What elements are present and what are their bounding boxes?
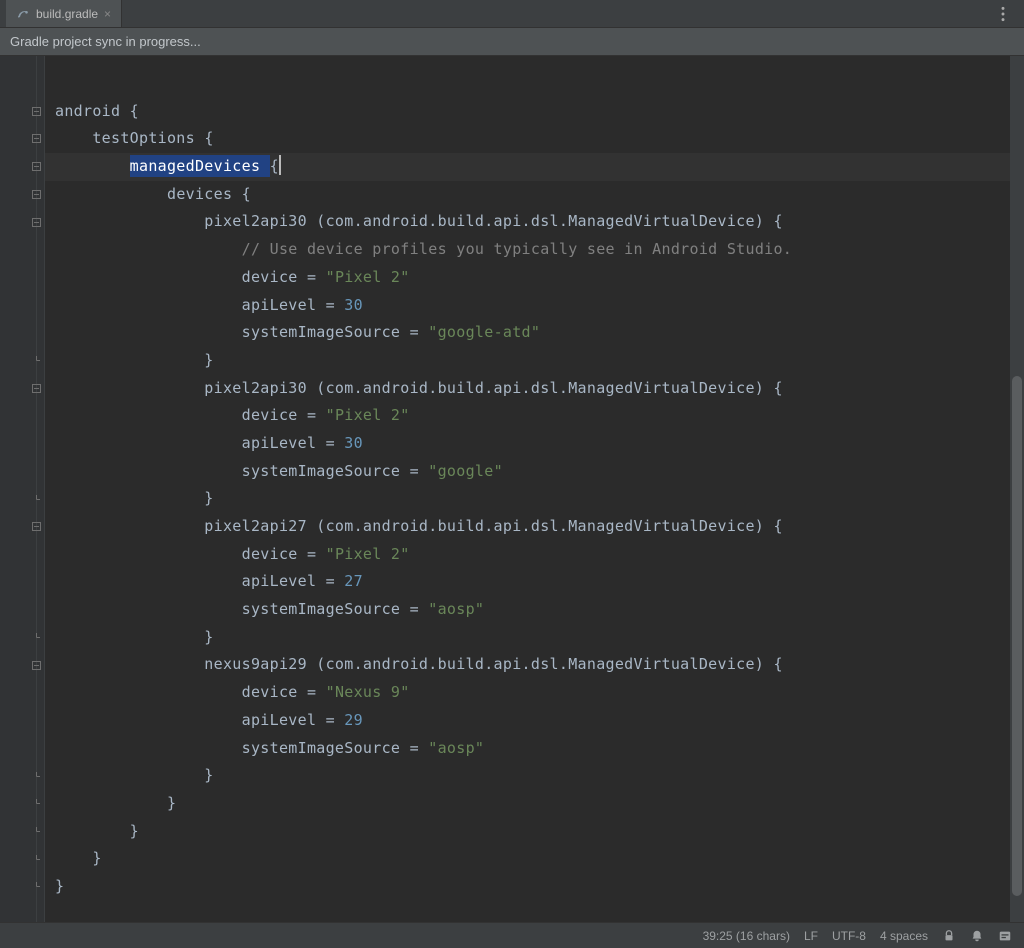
editor-window: build.gradle × Gradle project sync in pr… [0,0,1024,948]
code-line[interactable]: } [45,873,1010,901]
code-line[interactable]: testOptions { [45,125,1010,153]
code-line[interactable]: apiLevel = 29 [45,707,1010,735]
code-line[interactable]: device = "Pixel 2" [45,264,1010,292]
status-bar: 39:25 (16 chars) LF UTF-8 4 spaces [0,922,1024,948]
gutter[interactable] [0,56,45,922]
code-line[interactable]: } [45,818,1010,846]
status-position[interactable]: 39:25 (16 chars) [703,929,790,943]
kebab-icon[interactable] [994,5,1012,23]
caret [279,155,281,175]
code-line[interactable]: systemImageSource = "aosp" [45,735,1010,763]
code-line[interactable]: // Use device profiles you typically see… [45,236,1010,264]
tab-filename: build.gradle [36,7,98,21]
sync-banner: Gradle project sync in progress... [0,28,1024,56]
status-indent[interactable]: 4 spaces [880,929,928,943]
code-line[interactable]: pixel2api27 (com.android.build.api.dsl.M… [45,513,1010,541]
code-line[interactable]: } [45,485,1010,513]
code-area[interactable]: android { testOptions { managedDevices {… [45,56,1010,922]
fold-close-icon[interactable] [31,356,41,366]
bell-icon[interactable] [970,929,984,943]
code-line[interactable]: apiLevel = 30 [45,430,1010,458]
selection: managedDevices [130,155,270,177]
code-line[interactable]: } [45,790,1010,818]
fold-open-icon[interactable] [31,661,41,671]
code-line[interactable]: apiLevel = 27 [45,568,1010,596]
fold-close-icon[interactable] [31,882,41,892]
code-line[interactable]: pixel2api30 (com.android.build.api.dsl.M… [45,208,1010,236]
code-line[interactable]: managedDevices { [45,153,1010,181]
fold-open-icon[interactable] [31,218,41,228]
fold-close-icon[interactable] [31,827,41,837]
fold-open-icon[interactable] [31,107,41,117]
sync-banner-text: Gradle project sync in progress... [10,34,201,49]
code-line[interactable]: device = "Nexus 9" [45,679,1010,707]
fold-close-icon[interactable] [31,495,41,505]
fold-close-icon[interactable] [31,633,41,643]
fold-close-icon[interactable] [31,855,41,865]
code-line[interactable]: android { [45,98,1010,126]
lock-icon[interactable] [942,929,956,943]
fold-open-icon[interactable] [31,134,41,144]
fold-close-icon[interactable] [31,799,41,809]
code-line[interactable]: systemImageSource = "google" [45,458,1010,486]
code-line[interactable]: } [45,624,1010,652]
fold-open-icon[interactable] [31,522,41,532]
scroll-thumb[interactable] [1012,376,1022,896]
code-line[interactable]: } [45,845,1010,873]
status-line-separator[interactable]: LF [804,929,818,943]
code-line[interactable]: } [45,347,1010,375]
status-encoding[interactable]: UTF-8 [832,929,866,943]
fold-close-icon[interactable] [31,772,41,782]
code-line[interactable]: systemImageSource = "google-atd" [45,319,1010,347]
gradle-icon [16,7,30,21]
code-line[interactable]: systemImageSource = "aosp" [45,596,1010,624]
tab-bar: build.gradle × [0,0,1024,28]
editor[interactable]: android { testOptions { managedDevices {… [0,56,1024,922]
code-line[interactable]: pixel2api30 (com.android.build.api.dsl.M… [45,375,1010,403]
code-line[interactable]: devices { [45,181,1010,209]
scrollbar[interactable] [1010,56,1024,922]
event-icon[interactable] [998,929,1012,943]
code-line[interactable]: device = "Pixel 2" [45,402,1010,430]
fold-open-icon[interactable] [31,384,41,394]
fold-open-icon[interactable] [31,162,41,172]
fold-open-icon[interactable] [31,190,41,200]
code-line[interactable]: nexus9api29 (com.android.build.api.dsl.M… [45,651,1010,679]
file-tab[interactable]: build.gradle × [6,0,122,27]
code-line[interactable]: } [45,762,1010,790]
code-line[interactable]: apiLevel = 30 [45,292,1010,320]
code-line[interactable]: device = "Pixel 2" [45,541,1010,569]
code-line[interactable] [45,70,1010,98]
close-icon[interactable]: × [104,7,111,21]
